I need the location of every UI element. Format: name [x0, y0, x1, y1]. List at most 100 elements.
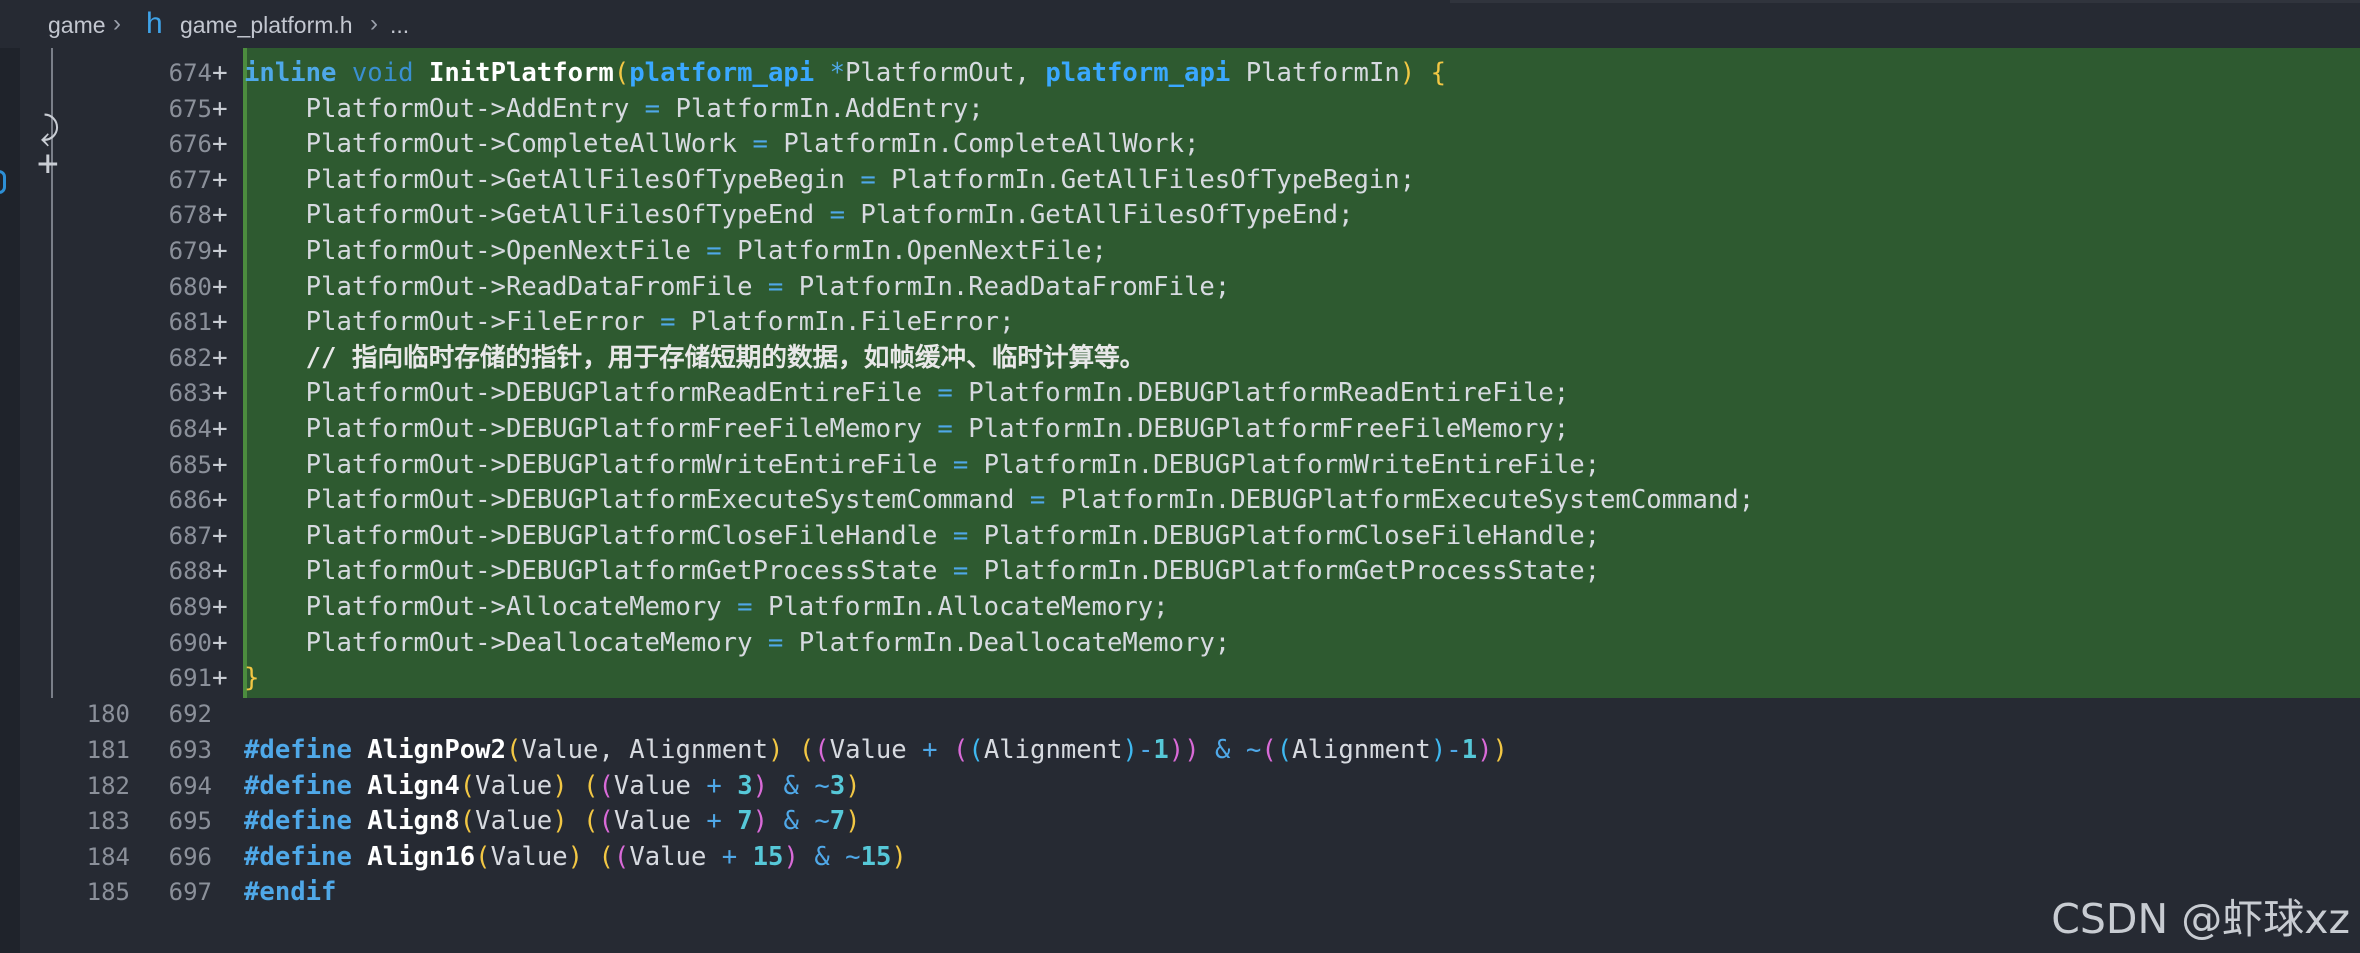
code-line: 682 + // 指向临时存储的指针，用于存储短期的数据，如帧缓冲、临时计算等。	[0, 341, 2360, 377]
code-text[interactable]: PlatformOut->DEBUGPlatformWriteEntireFil…	[244, 448, 1600, 484]
line-number: 676	[168, 130, 212, 159]
line-number: 683	[168, 379, 212, 408]
line-number: 696	[168, 842, 212, 871]
line-number: 690	[168, 628, 212, 657]
added-line-marker: +	[212, 449, 228, 480]
line-number: 680	[168, 272, 212, 301]
line-number: 674	[168, 59, 212, 87]
code-text[interactable]: PlatformOut->GetAllFilesOfTypeEnd = Plat…	[244, 198, 1354, 234]
added-line-marker: +	[212, 58, 228, 88]
code-text[interactable]: #define Align8(Value) ((Value + 7) & ~7)	[244, 804, 861, 840]
code-text[interactable]: PlatformOut->DEBUGPlatformReadEntireFile…	[244, 376, 1570, 412]
line-number: 678	[168, 201, 212, 230]
line-number: 692	[168, 700, 212, 728]
code-line: 691 + }	[0, 661, 2360, 697]
breadcrumb-file[interactable]: game_platform.h	[180, 12, 353, 39]
line-number: 697	[168, 878, 212, 907]
line-number: 687	[168, 521, 212, 550]
watermark: CSDN @虾球xz	[2051, 895, 2350, 943]
code-text[interactable]: PlatformOut->AddEntry = PlatformIn.AddEn…	[244, 92, 984, 128]
added-line-marker: +	[212, 129, 228, 160]
code-line: 685 + PlatformOut->DEBUGPlatformWriteEnt…	[0, 448, 2360, 484]
chevron-right-icon: ›	[370, 10, 378, 37]
code-line: 677 + PlatformOut->GetAllFilesOfTypeBegi…	[0, 163, 2360, 199]
added-line-marker: +	[212, 663, 228, 694]
code-text[interactable]: PlatformOut->DEBUGPlatformExecuteSystemC…	[244, 483, 1754, 519]
breadcrumb-folder[interactable]: game	[48, 12, 106, 39]
old-line-number: 180	[86, 700, 130, 728]
added-line-marker: +	[212, 236, 228, 266]
code-line: 183 695 #define Align8(Value) ((Value + …	[0, 804, 2360, 840]
code-line: 678 + PlatformOut->GetAllFilesOfTypeEnd …	[0, 198, 2360, 234]
code-line: 675 + PlatformOut->AddEntry = PlatformIn…	[0, 92, 2360, 128]
code-line: 681 + PlatformOut->FileError = PlatformI…	[0, 305, 2360, 341]
code-text[interactable]: #endif	[244, 875, 336, 911]
code-text[interactable]: #define Align16(Value) ((Value + 15) & ~…	[244, 840, 907, 876]
line-number: 681	[168, 308, 212, 337]
code-line: 181 693 #define AlignPow2(Value, Alignme…	[0, 733, 2360, 769]
added-line-marker: +	[212, 627, 228, 658]
code-text[interactable]: PlatformOut->OpenNextFile = PlatformIn.O…	[244, 234, 1107, 270]
code-line: 686 + PlatformOut->DEBUGPlatformExecuteS…	[0, 483, 2360, 519]
code-text[interactable]: PlatformOut->GetAllFilesOfTypeBegin = Pl…	[244, 163, 1415, 199]
line-number: 677	[168, 165, 212, 194]
breadcrumb-symbol[interactable]: ...	[390, 12, 409, 39]
added-line-marker: +	[212, 592, 228, 622]
added-line-marker: +	[212, 93, 228, 124]
line-number: 685	[168, 450, 212, 479]
added-line-marker: +	[212, 342, 228, 373]
line-number: 688	[168, 557, 212, 586]
added-line-marker: +	[212, 378, 228, 409]
line-number: 679	[168, 237, 212, 265]
line-number: 691	[168, 664, 212, 693]
line-number: 682	[168, 343, 212, 372]
line-number: 693	[168, 736, 212, 764]
added-line-marker: +	[212, 164, 228, 195]
old-line-number: 182	[86, 771, 130, 800]
code-comment[interactable]: // 指向临时存储的指针，用于存储短期的数据，如帧缓冲、临时计算等。	[244, 341, 1146, 377]
old-line-number: 181	[86, 736, 130, 764]
code-text[interactable]: PlatformOut->DeallocateMemory = Platform…	[244, 626, 1231, 662]
added-line-marker: +	[212, 271, 228, 302]
line-number: 695	[168, 807, 212, 836]
line-number: 684	[168, 415, 212, 443]
code-line: 185 697 #endif	[0, 875, 2360, 911]
code-line: 679 + PlatformOut->OpenNextFile = Platfo…	[0, 234, 2360, 270]
added-line-marker: +	[212, 520, 228, 551]
added-line-marker: +	[212, 200, 228, 231]
line-number: 675	[168, 94, 212, 123]
old-line-number: 184	[86, 842, 130, 871]
code-text[interactable]: PlatformOut->AllocateMemory = PlatformIn…	[244, 590, 1169, 626]
code-line: 689 + PlatformOut->AllocateMemory = Plat…	[0, 590, 2360, 626]
code-text[interactable]: #define AlignPow2(Value, Alignment) ((Va…	[244, 733, 1508, 769]
old-line-number: 185	[86, 878, 130, 907]
code-line: 683 + PlatformOut->DEBUGPlatformReadEnti…	[0, 376, 2360, 412]
code-text[interactable]: inline void InitPlatform(platform_api *P…	[244, 56, 1446, 92]
c-header-file-icon: h	[146, 7, 163, 40]
code-text[interactable]: #define Align4(Value) ((Value + 3) & ~3)	[244, 769, 861, 805]
code-line: 690 + PlatformOut->DeallocateMemory = Pl…	[0, 626, 2360, 662]
tab-strip-edge	[1450, 0, 2360, 3]
code-text[interactable]: }	[244, 661, 259, 697]
line-number: 689	[168, 593, 212, 621]
code-text[interactable]: PlatformOut->CompleteAllWork = PlatformI…	[244, 127, 1200, 163]
code-text[interactable]: PlatformOut->DEBUGPlatformCloseFileHandl…	[244, 519, 1600, 555]
code-text[interactable]: PlatformOut->FileError = PlatformIn.File…	[244, 305, 1015, 341]
code-line: 676 + PlatformOut->CompleteAllWork = Pla…	[0, 127, 2360, 163]
line-number: 686	[168, 486, 212, 515]
breadcrumb: game › h game_platform.h › ...	[0, 0, 2360, 48]
old-line-number: 183	[86, 807, 130, 836]
code-text[interactable]: PlatformOut->ReadDataFromFile = Platform…	[244, 270, 1231, 306]
code-line: 184 696 #define Align16(Value) ((Value +…	[0, 840, 2360, 876]
code-line: 684 + PlatformOut->DEBUGPlatformFreeFile…	[0, 412, 2360, 448]
line-number: 694	[168, 771, 212, 800]
chevron-right-icon: ›	[113, 10, 121, 37]
code-line: 688 + PlatformOut->DEBUGPlatformGetProce…	[0, 554, 2360, 590]
added-line-marker: +	[212, 556, 228, 587]
code-line: 680 + PlatformOut->ReadDataFromFile = Pl…	[0, 270, 2360, 306]
code-text[interactable]: PlatformOut->DEBUGPlatformFreeFileMemory…	[244, 412, 1570, 448]
code-text[interactable]: PlatformOut->DEBUGPlatformGetProcessStat…	[244, 554, 1600, 590]
added-line-marker: +	[212, 307, 228, 338]
code-line: 687 + PlatformOut->DEBUGPlatformCloseFil…	[0, 519, 2360, 555]
code-line: 180 692	[0, 697, 2360, 733]
